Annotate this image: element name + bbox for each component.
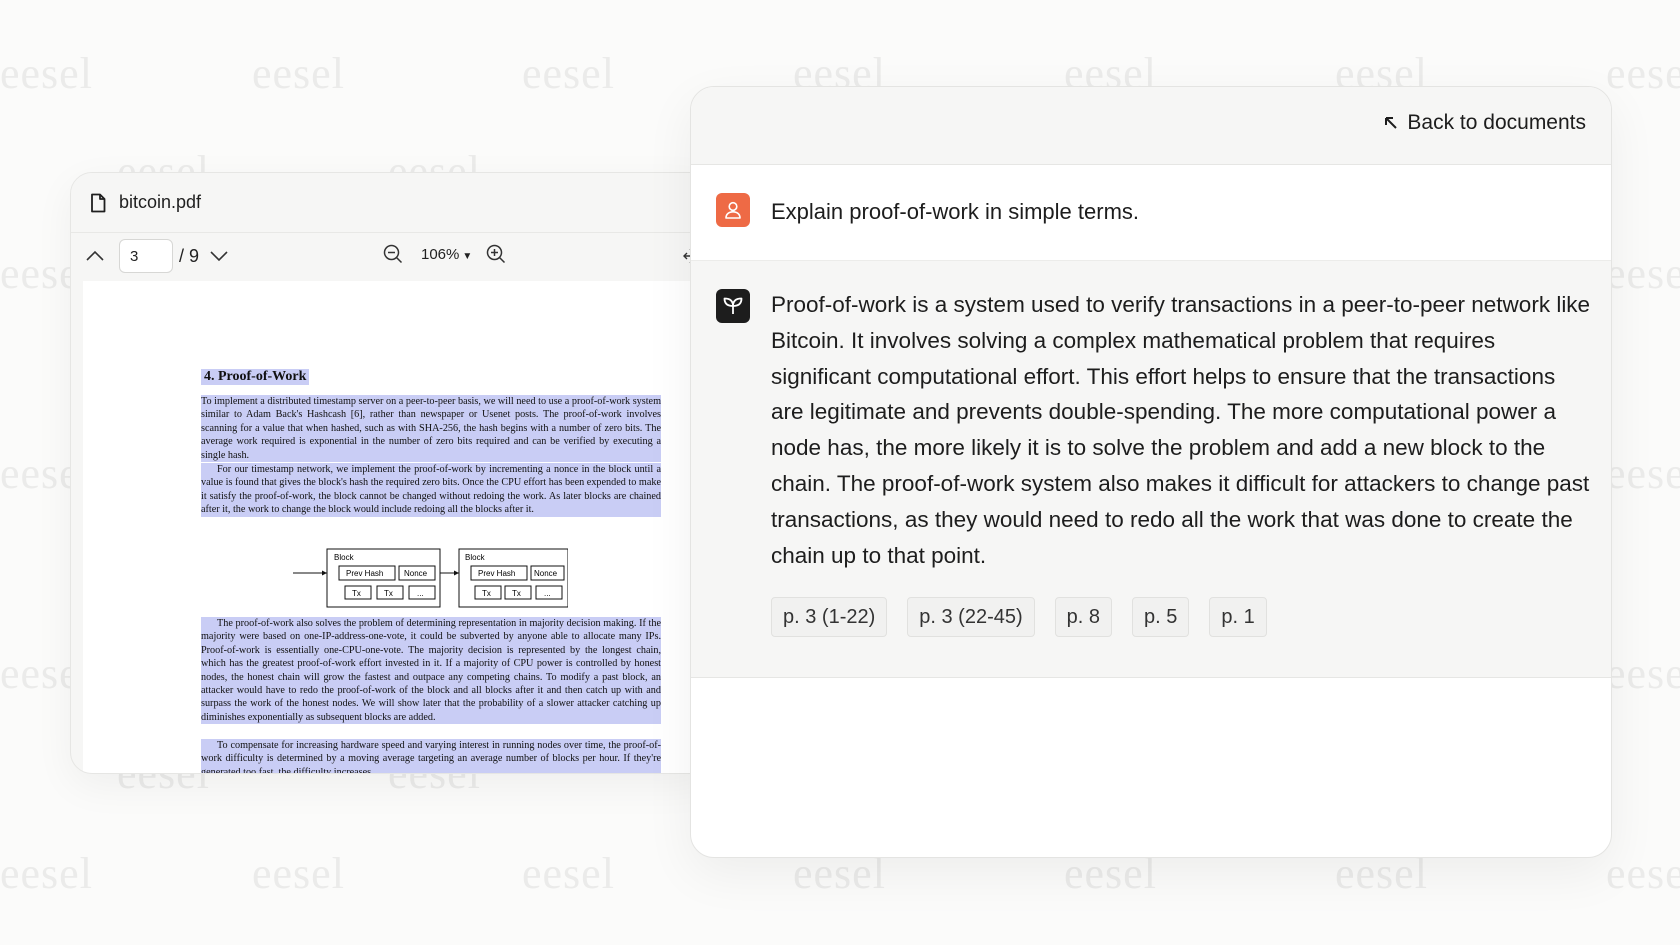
diagram-tx: Tx: [384, 589, 393, 598]
page-number-input[interactable]: [119, 239, 173, 273]
user-icon: [725, 201, 741, 219]
assistant-avatar: [716, 289, 750, 323]
user-avatar: [716, 193, 750, 227]
paragraph: To implement a distributed timestamp ser…: [201, 395, 661, 463]
chat-header: Back to documents: [691, 87, 1611, 165]
back-to-documents-button[interactable]: Back to documents: [1383, 111, 1586, 135]
pdf-document-view[interactable]: 4. Proof-of-Work To implement a distribu…: [83, 281, 709, 773]
diagram-prev-hash: Prev Hash: [346, 569, 383, 578]
previous-page-button[interactable]: [81, 242, 109, 270]
zoom-out-icon: [383, 244, 403, 264]
user-message: Explain proof-of-work in simple terms.: [691, 165, 1611, 261]
diagram-tx: Tx: [352, 589, 361, 598]
watermark-text: eesel: [0, 849, 93, 898]
watermark-text: eesel: [1606, 849, 1680, 898]
zoom-in-icon: [487, 244, 506, 264]
watermark-text: eesel: [1606, 249, 1680, 298]
diagram-prev-hash: Prev Hash: [478, 569, 515, 578]
sprout-icon: [723, 297, 743, 314]
diagram-tx: Tx: [512, 589, 521, 598]
watermark-text: eesel: [522, 49, 615, 98]
block-chain-diagram: Block Prev Hash Nonce Tx Tx ... Block Pr…: [293, 548, 568, 608]
citation-chip[interactable]: p. 1: [1209, 597, 1267, 637]
arrow-up-left-icon: [1385, 117, 1398, 129]
diagram-tx: Tx: [482, 589, 491, 598]
zoom-out-button[interactable]: [379, 240, 407, 268]
section-title: 4. Proof-of-Work: [201, 369, 310, 385]
paragraph: The proof-of-work also solves the proble…: [201, 617, 661, 725]
zoom-value: 106%: [421, 245, 460, 263]
chevron-down-icon: [210, 251, 228, 262]
pdf-toolbar: / 9 106%▼: [71, 233, 709, 279]
diagram-ellipsis: ...: [544, 589, 551, 598]
assistant-message-text: Proof-of-work is a system used to verify…: [771, 292, 1591, 568]
zoom-controls: 106% ▼: [379, 240, 510, 268]
page-total: / 9: [179, 245, 200, 266]
watermark-text: eesel: [1606, 49, 1680, 98]
diagram-block-label: Block: [334, 553, 355, 562]
back-label: Back to documents: [1407, 111, 1586, 134]
caret-down-icon: ▼: [462, 250, 473, 262]
watermark-text: eesel: [252, 49, 345, 98]
diagram-nonce: Nonce: [534, 569, 558, 578]
paragraph: To compensate for increasing hardware sp…: [201, 739, 661, 773]
watermark-text: eesel: [522, 849, 615, 898]
file-name: bitcoin.pdf: [119, 192, 202, 212]
diagram-ellipsis: ...: [417, 589, 424, 598]
chat-panel: Back to documents Explain proof-of-work …: [690, 86, 1612, 858]
citation-list: p. 3 (1-22) p. 3 (22-45) p. 8 p. 5 p. 1: [771, 597, 1267, 637]
watermark-text: eesel: [252, 849, 345, 898]
citation-chip[interactable]: p. 3 (22-45): [907, 597, 1035, 637]
pdf-page: 4. Proof-of-Work To implement a distribu…: [83, 281, 709, 773]
citation-chip[interactable]: p. 8: [1054, 597, 1113, 637]
assistant-message: Proof-of-work is a system used to verify…: [691, 261, 1611, 678]
zoom-in-button[interactable]: [482, 240, 510, 268]
user-message-text: Explain proof-of-work in simple terms.: [771, 199, 1140, 224]
watermark-text: eesel: [0, 49, 93, 98]
citation-chip[interactable]: p. 5: [1132, 597, 1190, 637]
diagram-nonce: Nonce: [404, 569, 428, 578]
paragraph: For our timestamp network, we implement …: [201, 463, 661, 517]
file-icon: [91, 193, 106, 212]
zoom-select[interactable]: 106% ▼: [421, 246, 472, 263]
chevron-up-icon: [86, 250, 104, 261]
next-page-button[interactable]: [205, 242, 233, 270]
diagram-block-label: Block: [465, 553, 486, 562]
pdf-header: bitcoin.pdf: [71, 173, 709, 233]
citation-chip[interactable]: p. 3 (1-22): [771, 597, 888, 637]
pdf-viewer: bitcoin.pdf / 9 106%▼: [70, 172, 710, 774]
watermark-text: eesel: [1606, 449, 1680, 498]
watermark-text: eesel: [1606, 649, 1680, 698]
